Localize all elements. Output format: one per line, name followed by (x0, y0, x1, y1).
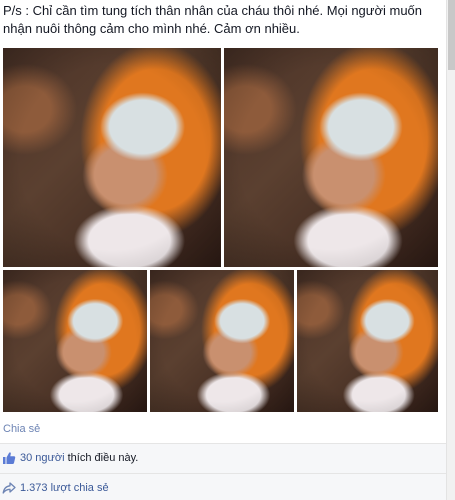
shares-count-link[interactable]: 1.373 lượt chia sẻ (20, 482, 109, 494)
post-text-line-2: nhận nuôi thông cảm cho mình nhé. Cảm ơn… (3, 21, 300, 36)
scrollbar[interactable] (446, 0, 455, 500)
baby-photo-4[interactable] (150, 270, 294, 412)
shares-row: 1.373 lượt chia sẻ (0, 473, 446, 500)
post-stats: 30 người thích điều này. 1.373 lượt chia… (0, 443, 446, 500)
baby-photo-2[interactable] (224, 48, 438, 267)
post-text: P/s : Chỉ cần tìm tung tích thân nhân củ… (3, 2, 443, 38)
thumbs-up-icon (2, 451, 16, 465)
share-link[interactable]: Chia sẻ (3, 423, 40, 435)
likes-count-link[interactable]: 30 người (20, 452, 65, 464)
likes-row: 30 người thích điều này. (0, 444, 446, 472)
baby-photo-5[interactable] (297, 270, 438, 412)
baby-photo-1[interactable] (3, 48, 221, 267)
share-arrow-icon (2, 481, 16, 495)
post-text-line-1: P/s : Chỉ cần tìm tung tích thân nhân củ… (3, 3, 423, 18)
scrollbar-thumb[interactable] (448, 0, 455, 70)
likes-suffix: thích điều này. (64, 452, 139, 464)
baby-photo-3[interactable] (3, 270, 147, 412)
